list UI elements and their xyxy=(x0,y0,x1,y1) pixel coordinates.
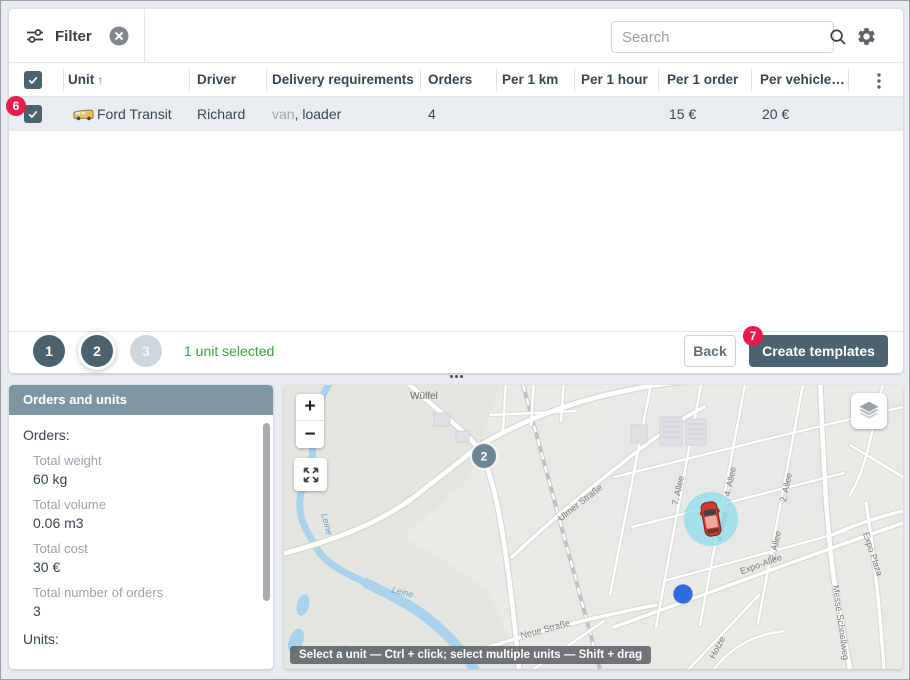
column-header-per-km[interactable]: Per 1 km xyxy=(502,63,558,97)
order-marker-dot[interactable] xyxy=(674,585,693,604)
check-icon xyxy=(27,108,39,120)
step-2-current[interactable]: 2 xyxy=(81,335,113,367)
search-input[interactable] xyxy=(612,29,829,46)
svg-text:2: 2 xyxy=(481,450,488,464)
column-header-delivery[interactable]: Delivery requirements xyxy=(272,63,414,97)
van-icon xyxy=(72,107,95,122)
cell-orders: 4 xyxy=(428,97,436,131)
zoom-in-button[interactable]: + xyxy=(296,394,324,421)
cell-per-vehicle: 20 € xyxy=(762,97,789,131)
filter-clear-button[interactable] xyxy=(108,25,130,47)
field-value: 0.06 m3 xyxy=(33,515,259,531)
table-header-row: Unit↑ Driver Delivery requirements Order… xyxy=(9,63,903,97)
column-header-driver[interactable]: Driver xyxy=(197,63,236,97)
field-label: Total weight xyxy=(33,453,259,468)
expand-arrows-icon xyxy=(302,466,320,484)
select-all-checkbox[interactable] xyxy=(24,71,42,89)
column-header-per-hour[interactable]: Per 1 hour xyxy=(581,63,648,97)
map-zoom-controls: + − xyxy=(296,394,324,448)
unit-table-row[interactable]: Ford Transit Richard van, loader 4 15 € … xyxy=(9,97,903,131)
check-icon xyxy=(27,74,39,86)
orders-heading: Orders: xyxy=(23,427,259,443)
search-icon[interactable] xyxy=(829,28,847,46)
settings-button[interactable] xyxy=(854,24,878,48)
layers-icon xyxy=(856,398,882,424)
search-box xyxy=(611,21,834,53)
field-value: 30 € xyxy=(33,559,259,575)
step-1[interactable]: 1 xyxy=(33,335,65,367)
callout-badge-6: 6 xyxy=(6,96,26,116)
column-header-per-vehicle[interactable]: Per vehicle d… xyxy=(760,63,846,97)
layers-button[interactable] xyxy=(851,393,887,429)
toolbar-divider xyxy=(144,9,145,63)
cell-delivery: van, loader xyxy=(272,97,341,131)
panel-body: Orders: Total weight 60 kg Total volume … xyxy=(9,415,273,659)
gear-icon xyxy=(856,26,877,47)
cluster-marker[interactable]: 2 xyxy=(471,443,497,469)
map-label-town: Wülfel xyxy=(410,391,438,402)
units-heading: Units: xyxy=(23,631,259,647)
sort-asc-icon: ↑ xyxy=(97,73,103,87)
kebab-menu-icon xyxy=(877,73,881,89)
app-window: Filter xyxy=(0,0,910,680)
columns-menu-button[interactable] xyxy=(869,71,889,91)
field-label: Total number of orders xyxy=(33,585,259,600)
map-container: Wülfel Ulmer Straße 7. Allee 4. Allee 4.… xyxy=(284,385,903,669)
map-hint-tooltip: Select a unit — Ctrl + click; select mul… xyxy=(290,646,651,664)
step-3[interactable]: 3 xyxy=(130,335,162,367)
close-icon xyxy=(108,25,130,47)
cell-unit-name: Ford Transit xyxy=(97,97,172,131)
field-value: 60 kg xyxy=(33,471,259,487)
cell-per-order: 15 € xyxy=(669,97,696,131)
splitter-handle[interactable] xyxy=(445,372,467,380)
units-table-card: Filter xyxy=(9,9,903,373)
fullscreen-button[interactable] xyxy=(294,458,327,491)
filter-icon xyxy=(25,26,45,46)
column-header-orders[interactable]: Orders xyxy=(428,63,472,97)
table-toolbar: Filter xyxy=(9,9,903,63)
row-checkbox[interactable] xyxy=(24,105,42,123)
column-header-unit[interactable]: Unit↑ xyxy=(68,63,103,97)
panel-scrollbar[interactable] xyxy=(263,423,270,601)
orders-units-panel: Orders and units Orders: Total weight 60… xyxy=(9,385,273,669)
field-label: Total cost xyxy=(33,541,259,556)
cell-driver: Richard xyxy=(197,97,245,131)
field-value: 3 xyxy=(33,603,259,619)
field-label: Total volume xyxy=(33,497,259,512)
column-header-per-order[interactable]: Per 1 order xyxy=(667,63,738,97)
back-button[interactable]: Back xyxy=(684,335,736,367)
panel-title: Orders and units xyxy=(9,385,273,415)
filter-button[interactable]: Filter xyxy=(25,9,130,63)
filter-label: Filter xyxy=(55,28,92,45)
zoom-out-button[interactable]: − xyxy=(296,421,324,448)
selection-status: 1 unit selected xyxy=(184,335,274,367)
callout-badge-7: 7 xyxy=(743,326,763,346)
map-canvas[interactable]: Wülfel Ulmer Straße 7. Allee 4. Allee 4.… xyxy=(284,385,903,669)
create-templates-button[interactable]: Create templates xyxy=(749,335,888,367)
